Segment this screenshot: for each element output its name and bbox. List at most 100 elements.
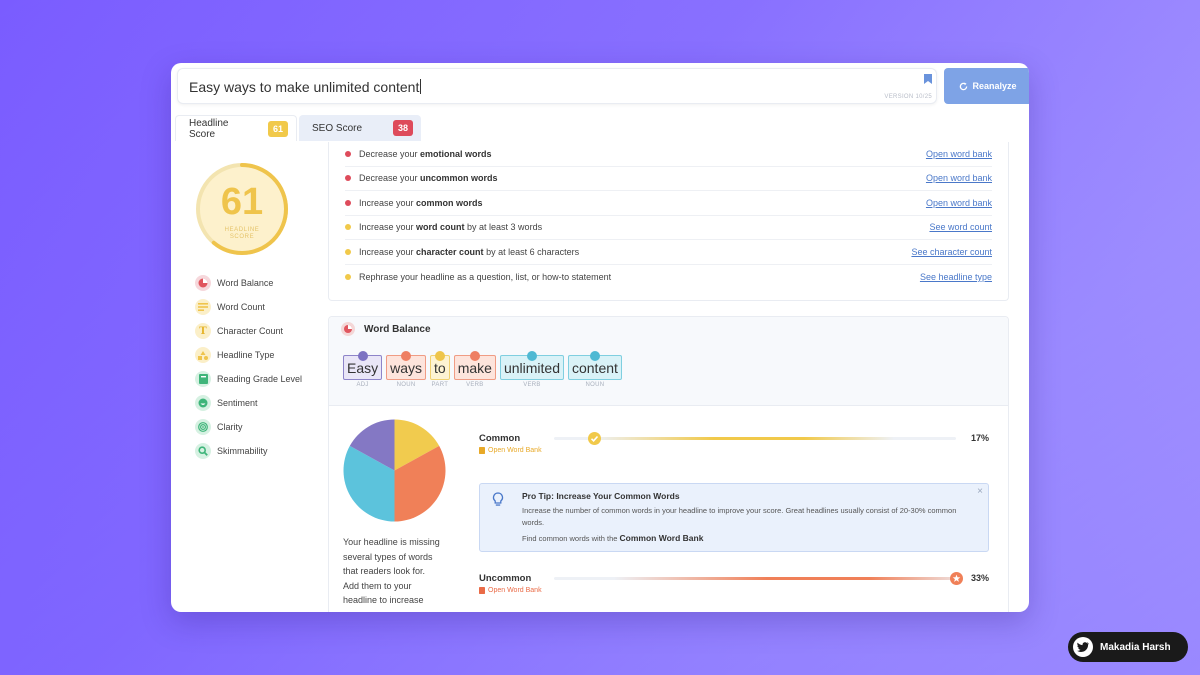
target-icon xyxy=(195,419,211,435)
meter-percent: 33% xyxy=(970,573,989,583)
tip-body: Increase the number of common words in y… xyxy=(522,506,957,527)
sidebar-item-label: Clarity xyxy=(217,422,243,432)
severity-dot xyxy=(345,150,351,157)
severity-dot xyxy=(345,273,351,280)
sidebar-item-reading-grade-level[interactable]: Reading Grade Level xyxy=(195,367,302,391)
meter-track xyxy=(554,572,963,585)
sidebar-item-label: Word Count xyxy=(217,302,265,312)
sidebar-item-label: Reading Grade Level xyxy=(217,374,303,384)
smile-icon xyxy=(195,395,211,411)
suggestion-text: Increase your common words xyxy=(359,197,483,208)
magnifier-icon xyxy=(195,443,211,459)
headline-score-caption: HEADLINE SCORE xyxy=(224,227,260,240)
pro-tip-box: Pro Tip: Increase Your Common Words Incr… xyxy=(479,483,989,552)
word-chip-word: to xyxy=(430,351,450,380)
headline-bar: Easy ways to make unlimited content VERS… xyxy=(177,68,1029,106)
tab-label: Headline Score xyxy=(189,117,229,140)
word-type-tag: VERB xyxy=(523,382,541,388)
word-type-icon xyxy=(434,351,445,361)
tip-title: Pro Tip: Increase Your Common Words xyxy=(522,491,680,501)
word-balance-pie-chart xyxy=(343,419,446,522)
author-badge: Makadia Harsh xyxy=(1068,632,1188,662)
meter-label: Uncommon xyxy=(479,573,532,584)
book-icon xyxy=(479,447,485,454)
meter-fill xyxy=(614,577,954,580)
word-chip-word: content xyxy=(567,351,622,380)
severity-dot xyxy=(345,248,351,255)
word-type-icon xyxy=(357,351,368,361)
sidebar-item-label: Word Balance xyxy=(217,278,274,288)
sidebar-item-label: Headline Type xyxy=(217,350,275,360)
open-word-bank-link[interactable]: Open word bank xyxy=(926,149,992,159)
severity-dot xyxy=(345,224,351,231)
sidebar-item-character-count[interactable]: T Character Count xyxy=(195,319,302,343)
suggestion-item: Decrease your emotional words Open word … xyxy=(345,142,992,167)
check-icon xyxy=(588,432,601,445)
section-title: Word Balance xyxy=(364,324,431,335)
bookmark-icon[interactable] xyxy=(924,74,932,84)
sidebar-item-word-balance[interactable]: Word Balance xyxy=(195,271,302,295)
meter-percent: 17% xyxy=(970,433,989,443)
tab-seo-score[interactable]: SEO Score 38 xyxy=(299,115,421,141)
suggestion-text: Increase your word count by at least 3 w… xyxy=(359,222,543,233)
sidebar-item-label: Skimmability xyxy=(217,446,268,456)
headline-input[interactable]: Easy ways to make unlimited content VERS… xyxy=(177,68,937,104)
sidebar-item-headline-type[interactable]: Headline Type xyxy=(195,343,302,367)
lightbulb-icon xyxy=(492,492,504,506)
star-icon xyxy=(950,572,963,585)
meter-fill xyxy=(594,437,894,440)
sidebar-item-sentiment[interactable]: Sentiment xyxy=(195,391,302,415)
tab-label: SEO Score xyxy=(312,122,363,134)
suggestion-text: Decrease your uncommon words xyxy=(359,173,498,184)
see-word-count-link[interactable]: See word count xyxy=(929,222,992,232)
book-icon xyxy=(195,371,211,387)
suggestion-item: Increase your character count by at leas… xyxy=(345,240,992,265)
version-label: VERSION 10/25 xyxy=(884,94,932,100)
sidebar-item-clarity[interactable]: Clarity xyxy=(195,415,302,439)
see-character-count-link[interactable]: See character count xyxy=(911,247,992,257)
reanalyze-label: Reanalyze xyxy=(972,81,1017,91)
sidebar-item-word-count[interactable]: Word Count xyxy=(195,295,302,319)
pie-icon xyxy=(341,322,355,336)
severity-dot xyxy=(345,175,351,182)
headline-input-value[interactable]: Easy ways to make unlimited content xyxy=(189,79,421,95)
suggestion-text: Increase your character count by at leas… xyxy=(359,246,580,257)
word-type-icon xyxy=(526,351,537,361)
shapes-icon xyxy=(195,347,211,363)
book-icon xyxy=(479,587,485,594)
word-chip-word: make xyxy=(453,351,496,380)
word-balance-summary: Your headline is missing several types o… xyxy=(343,537,440,612)
word-type-tag: VERB xyxy=(466,382,484,388)
common-words-meter: Common 17% Open Word Bank xyxy=(479,432,989,463)
author-name: Makadia Harsh xyxy=(1100,641,1171,653)
open-word-bank-link[interactable]: Open Word Bank xyxy=(479,587,542,594)
tip-find-text: Find common words with the Common Word B… xyxy=(522,533,704,543)
open-word-bank-link[interactable]: Open word bank xyxy=(926,173,992,183)
suggestion-item: Rephrase your headline as a question, li… xyxy=(345,265,992,290)
word-chip: ways NOUN xyxy=(386,351,427,388)
word-chip: Easy ADJ xyxy=(343,351,383,388)
uncommon-words-meter: Uncommon 33% Open Word Bank xyxy=(479,572,989,603)
word-type-tag: ADJ xyxy=(356,382,369,388)
suggestion-text: Rephrase your headline as a question, li… xyxy=(359,271,612,282)
open-word-bank-link[interactable]: Open word bank xyxy=(926,198,992,208)
score-tabs: Headline Score 61 SEO Score 38 xyxy=(175,115,421,141)
suggestions-list: Decrease your emotional words Open word … xyxy=(328,142,1009,301)
common-word-bank-link[interactable]: Common Word Bank xyxy=(620,533,704,543)
word-type-icon xyxy=(589,351,600,361)
word-balance-section: Word Balance Easy ADJ ways NOUN to PART make VE… xyxy=(328,316,1009,612)
meter-label: Common xyxy=(479,433,521,444)
app-card: Easy ways to make unlimited content VERS… xyxy=(171,63,1029,612)
lines-icon xyxy=(195,299,211,315)
see-headline-type-link[interactable]: See headline type xyxy=(920,272,992,282)
suggestion-item: Increase your word count by at least 3 w… xyxy=(345,216,992,240)
letter-t-icon: T xyxy=(195,323,211,339)
word-type-tag: NOUN xyxy=(585,382,605,388)
reanalyze-button[interactable]: Reanalyze xyxy=(944,68,1029,104)
main-panel: Decrease your emotional words Open word … xyxy=(328,142,1009,612)
tab-headline-score[interactable]: Headline Score 61 xyxy=(175,115,297,141)
close-icon[interactable]: × xyxy=(977,486,983,497)
open-word-bank-link[interactable]: Open Word Bank xyxy=(479,447,542,454)
word-type-tag: NOUN xyxy=(396,382,416,388)
sidebar-item-skimmability[interactable]: Skimmability xyxy=(195,439,302,463)
